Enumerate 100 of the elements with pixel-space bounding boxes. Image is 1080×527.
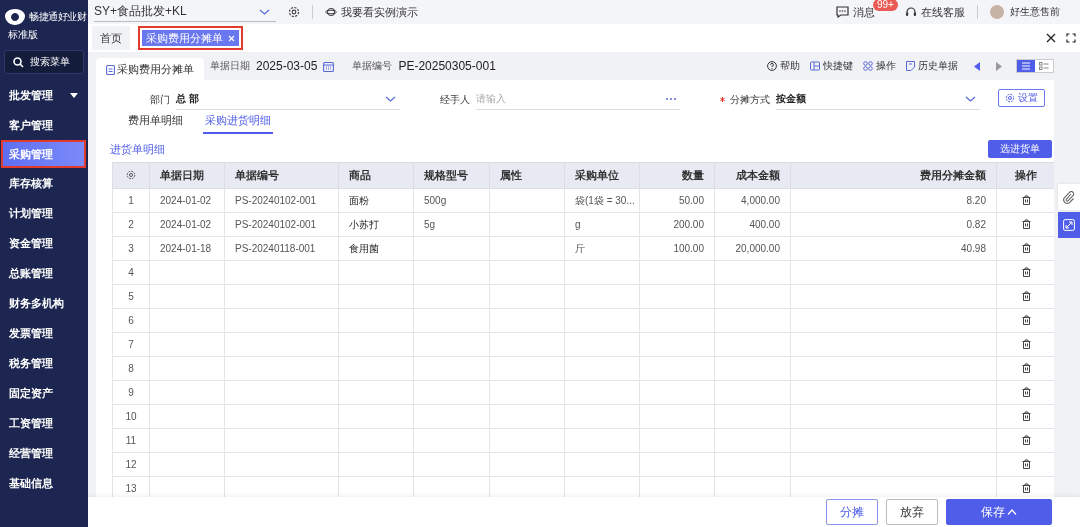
settings-icon[interactable]	[288, 6, 300, 18]
trash-icon[interactable]	[1021, 434, 1031, 445]
column-header: 数量	[639, 162, 715, 189]
dropdown-field[interactable]: 总 部	[176, 89, 400, 110]
sidebar-item[interactable]: 固定资产	[0, 378, 88, 408]
row-number: 6	[112, 308, 150, 333]
trash-icon[interactable]	[1021, 386, 1031, 397]
page-tab[interactable]: 首页	[92, 26, 130, 50]
list-view-toggle[interactable]	[1017, 60, 1035, 72]
page-tab[interactable]: 采购费用分摊单	[138, 26, 243, 50]
trash-icon[interactable]	[1021, 218, 1031, 229]
table-cell: PS-20240102-001	[224, 212, 339, 237]
paperclip-icon	[1063, 190, 1075, 204]
trash-icon[interactable]	[1021, 194, 1031, 205]
section-title: 进货单明细	[110, 141, 165, 157]
sidebar-item[interactable]: 财务多机构	[0, 288, 88, 318]
number-value: PE-20250305-001	[398, 59, 496, 73]
row-number: 4	[112, 260, 150, 285]
logo-icon	[4, 8, 26, 26]
expand-icon	[1063, 219, 1075, 231]
column-header: 属性	[489, 162, 565, 189]
sidebar-item[interactable]: 批发管理	[0, 80, 88, 110]
menu-search-field[interactable]: 搜索菜单	[4, 50, 84, 74]
account-select[interactable]: SY+食品批发+KL	[94, 2, 276, 22]
sidebar-item[interactable]: 经营管理	[0, 438, 88, 468]
next-icon[interactable]	[996, 61, 1002, 71]
settings-button[interactable]: 设置	[998, 89, 1045, 107]
previous-icon[interactable]	[974, 61, 980, 71]
trash-icon[interactable]	[1021, 458, 1031, 469]
fullscreen-icon[interactable]	[1066, 33, 1076, 43]
select-receipts-button[interactable]: 选进货单	[988, 140, 1052, 158]
attachment-button[interactable]	[1058, 184, 1080, 210]
trash-icon[interactable]	[1021, 266, 1031, 277]
table-cell: 斤	[564, 236, 640, 261]
date-label: 单据日期	[210, 59, 250, 73]
date-value[interactable]: 2025-03-05	[256, 59, 318, 73]
sidebar-item[interactable]: 工资管理	[0, 408, 88, 438]
chevron-down-icon	[259, 8, 270, 15]
sidebar-item[interactable]: 计划管理	[0, 198, 88, 228]
table-cell: 袋(1袋 = 30...	[564, 188, 640, 213]
sidebar-item[interactable]: 税务管理	[0, 348, 88, 378]
footer-button[interactable]: 保存	[946, 499, 1052, 525]
row-number: 3	[112, 236, 150, 261]
footer-button[interactable]: 分摊	[826, 499, 878, 525]
toolbar-button[interactable]: 历史单据	[906, 59, 958, 73]
document-tab[interactable]: 采购费用分摊单	[96, 58, 204, 80]
table-cell: 500g	[413, 188, 490, 213]
row-number: 2	[112, 212, 150, 237]
detail-list-icon	[1039, 62, 1049, 70]
footer-button[interactable]: 放弃	[886, 499, 938, 525]
table-cell: 50.00	[639, 188, 715, 213]
trash-icon[interactable]	[1021, 482, 1031, 493]
calendar-icon[interactable]	[323, 60, 335, 72]
table-cell: 0.82	[790, 212, 997, 237]
trash-icon[interactable]	[1021, 338, 1031, 349]
column-header: 商品	[338, 162, 414, 189]
sidebar-item[interactable]: 采购管理	[3, 142, 84, 166]
sidebar-item[interactable]: 资金管理	[0, 228, 88, 258]
expand-button[interactable]	[1058, 212, 1080, 238]
table-cell: 4,000.00	[714, 188, 791, 213]
close-icon[interactable]	[1046, 33, 1056, 43]
trash-icon[interactable]	[1021, 242, 1031, 253]
sidebar-item[interactable]: 基础信息	[0, 468, 88, 498]
sidebar-item[interactable]: 库存核算	[0, 168, 88, 198]
demo-link[interactable]: 我要看实例演示	[325, 4, 418, 20]
table-cell: 40.98	[790, 236, 997, 261]
planet-icon	[325, 7, 337, 17]
table-cell: 200.00	[639, 212, 715, 237]
table-cell: 小苏打	[338, 212, 414, 237]
table-cell: 8.20	[790, 188, 997, 213]
column-header: 单据编号	[224, 162, 339, 189]
sidebar-item[interactable]: 总账管理	[0, 258, 88, 288]
messages-button[interactable]: 消息	[836, 4, 875, 20]
trash-icon[interactable]	[1021, 410, 1031, 421]
row-number: 8	[112, 356, 150, 381]
row-number: 7	[112, 332, 150, 357]
table-cell: 2024-01-02	[149, 212, 225, 237]
trash-icon[interactable]	[1021, 290, 1031, 301]
settings-icon[interactable]	[126, 169, 136, 180]
toolbar-button[interactable]: 快捷键	[810, 59, 853, 73]
field-label: 部门	[149, 92, 170, 107]
sidebar-item[interactable]: 客户管理	[0, 110, 88, 140]
trash-icon[interactable]	[1021, 314, 1031, 325]
user-name[interactable]: 好生意售前	[1010, 5, 1060, 19]
row-number: 12	[112, 452, 150, 477]
detail-tab[interactable]: 采购进货明细	[203, 113, 273, 134]
table-cell: g	[564, 212, 640, 237]
settings-icon	[1005, 93, 1015, 103]
sidebar-item[interactable]: 发票管理	[0, 318, 88, 348]
table-cell: 5g	[413, 212, 490, 237]
dropdown-field[interactable]: 按金额	[776, 89, 980, 110]
chevron-down-icon	[965, 96, 976, 102]
table-cell: 400.00	[714, 212, 791, 237]
toolbar-button[interactable]: 帮助	[767, 59, 800, 73]
detail-tab[interactable]: 费用单明细	[126, 113, 185, 134]
toolbar-button[interactable]: 操作	[863, 59, 896, 73]
trash-icon[interactable]	[1021, 362, 1031, 373]
grid-icon	[863, 61, 873, 71]
support-link[interactable]: 在线客服	[905, 4, 965, 20]
detail-view-toggle[interactable]	[1035, 60, 1053, 72]
